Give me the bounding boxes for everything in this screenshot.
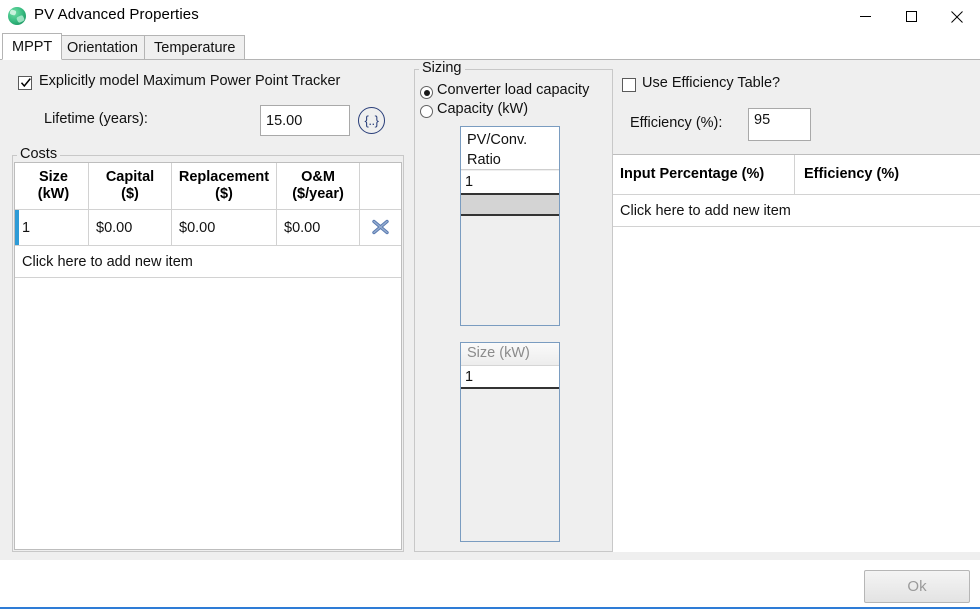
table-row[interactable]: 1 $0.00 $0.00 $0.00 [15, 210, 401, 245]
bottom-spacer [0, 609, 980, 615]
costs-group-label: Costs [17, 146, 60, 162]
radio-converter-load-capacity-label: Converter load capacity [437, 82, 589, 98]
size-kw-header: Size (kW) [461, 343, 559, 366]
costs-col-capital-line1: Capital [106, 169, 154, 186]
efficiency-add-new-label: Click here to add new item [620, 203, 791, 219]
minimize-icon [859, 10, 872, 23]
radio-capacity-kw-label: Capacity (kW) [437, 101, 528, 117]
pv-conv-ratio-header-line2: Ratio [467, 150, 559, 170]
tab-content-mppt: Explicitly model Maximum Power Point Tra… [0, 59, 980, 560]
costs-col-om-line1: O&M [292, 169, 344, 186]
efficiency-table[interactable]: Input Percentage (%) Efficiency (%) Clic… [613, 154, 980, 552]
tab-temperature[interactable]: Temperature [144, 35, 245, 60]
ok-button-label: Ok [907, 578, 926, 595]
delete-x-icon [371, 218, 390, 237]
costs-table-header: Size (kW) Capital ($) Replacement ($) O&… [15, 163, 401, 209]
maximize-icon [905, 10, 918, 23]
size-kw-row-0[interactable]: 1 [461, 366, 559, 389]
close-button[interactable] [934, 0, 980, 33]
costs-col-actions [360, 163, 401, 209]
close-icon [950, 10, 964, 24]
ok-button[interactable]: Ok [864, 570, 970, 603]
efficiency-add-new-row[interactable]: Click here to add new item [613, 195, 980, 227]
costs-col-capital[interactable]: Capital ($) [89, 163, 172, 209]
curly-braces-icon: {..} [365, 113, 379, 128]
costs-col-om[interactable]: O&M ($/year) [277, 163, 360, 209]
pv-conv-ratio-row-1[interactable] [461, 195, 559, 216]
tab-strip: MPPT Orientation Temperature [0, 33, 980, 60]
minimize-button[interactable] [842, 0, 888, 33]
lifetime-input[interactable]: 15.00 [260, 105, 350, 136]
costs-col-size-line2: (kW) [38, 186, 69, 203]
pv-conv-ratio-list[interactable]: PV/Conv. Ratio 1 [460, 126, 560, 326]
checkmark-icon [20, 77, 32, 89]
tab-orientation[interactable]: Orientation [57, 35, 148, 60]
pv-advanced-properties-window: PV Advanced Properties MPPT Orientation [0, 0, 980, 615]
costs-cell-replacement[interactable]: $0.00 [172, 210, 277, 245]
radio-capacity-kw[interactable] [420, 105, 433, 118]
costs-col-capital-line2: ($) [106, 186, 154, 203]
tab-mppt-label: MPPT [12, 39, 52, 55]
mppt-checkbox[interactable] [18, 76, 32, 90]
window-title: PV Advanced Properties [34, 6, 199, 23]
pv-globe-icon [8, 7, 26, 25]
costs-col-size-line1: Size [38, 169, 69, 186]
costs-cell-size[interactable]: 1 [15, 210, 89, 245]
costs-col-replacement[interactable]: Replacement ($) [172, 163, 277, 209]
costs-table[interactable]: Size (kW) Capital ($) Replacement ($) O&… [14, 162, 402, 550]
efficiency-table-header: Input Percentage (%) Efficiency (%) [613, 155, 980, 194]
sizing-group-label: Sizing [419, 60, 465, 76]
pv-conv-ratio-header-line1: PV/Conv. [467, 130, 559, 150]
efficiency-label: Efficiency (%): [630, 115, 722, 131]
costs-add-new-label: Click here to add new item [22, 254, 193, 270]
costs-cell-capital[interactable]: $0.00 [89, 210, 172, 245]
pv-conv-ratio-header: PV/Conv. Ratio [461, 127, 559, 170]
size-kw-list[interactable]: Size (kW) 1 [460, 342, 560, 542]
costs-add-new-row[interactable]: Click here to add new item [15, 245, 401, 278]
use-efficiency-table-checkbox[interactable] [622, 78, 636, 92]
costs-cell-om[interactable]: $0.00 [277, 210, 360, 245]
tab-temperature-label: Temperature [154, 40, 235, 56]
use-efficiency-table-label: Use Efficiency Table? [642, 75, 780, 91]
title-bar: PV Advanced Properties [0, 0, 980, 33]
costs-col-replacement-line2: ($) [179, 186, 269, 203]
costs-col-size[interactable]: Size (kW) [15, 163, 89, 209]
efficiency-input[interactable]: 95 [748, 108, 811, 141]
tab-mppt[interactable]: MPPT [2, 33, 62, 60]
lifetime-label: Lifetime (years): [44, 111, 148, 127]
delete-row-button[interactable] [360, 210, 401, 245]
pv-conv-ratio-row-0[interactable]: 1 [461, 171, 559, 195]
maximize-button[interactable] [888, 0, 934, 33]
efficiency-col-input-percentage[interactable]: Input Percentage (%) [613, 155, 795, 194]
costs-col-replacement-line1: Replacement [179, 169, 269, 186]
tab-orientation-label: Orientation [67, 40, 138, 56]
lifetime-formula-button[interactable]: {..} [358, 107, 385, 134]
radio-converter-load-capacity[interactable] [420, 86, 433, 99]
lifetime-value: 15.00 [266, 113, 302, 129]
efficiency-value: 95 [754, 112, 770, 128]
costs-col-om-line2: ($/year) [292, 186, 344, 203]
mppt-checkbox-label: Explicitly model Maximum Power Point Tra… [39, 73, 340, 89]
efficiency-col-efficiency[interactable]: Efficiency (%) [795, 155, 980, 194]
